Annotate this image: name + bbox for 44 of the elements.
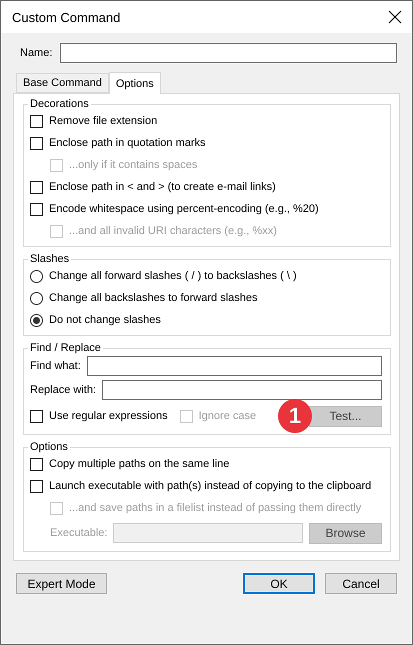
- checkbox-label: Use regular expressions: [49, 410, 168, 422]
- checkbox-label: ...and save paths in a filelist instead of passing them directly: [69, 502, 362, 514]
- checkbox[interactable]: [30, 458, 43, 470]
- group-title: Options: [29, 441, 69, 453]
- field-label: Executable:: [50, 527, 108, 539]
- checkbox-label: Enclose path in < and > (to create e-mail links): [49, 181, 276, 193]
- radio-label: Do not change slashes: [49, 314, 161, 326]
- field-label: Replace with:: [30, 384, 96, 396]
- executable-field[interactable]: [113, 523, 303, 543]
- checkbox[interactable]: [30, 410, 43, 422]
- radio-button[interactable]: [30, 270, 43, 282]
- name-label: Name:: [20, 47, 52, 59]
- checkbox-label: Copy multiple paths on the same line: [49, 458, 230, 470]
- checkbox-label: Launch executable with path(s) instead of copying to the clipboard: [49, 480, 372, 492]
- input-field[interactable]: [86, 356, 382, 376]
- checkbox[interactable]: [30, 180, 43, 194]
- group-title: Slashes: [29, 253, 70, 265]
- checkbox-label: Enclose path in quotation marks: [49, 137, 206, 149]
- input-field[interactable]: [102, 380, 382, 400]
- checkbox-label: Ignore case: [198, 410, 256, 422]
- checkbox-label: ...only if it contains spaces: [69, 159, 198, 171]
- dialog-button[interactable]: Expert Mode: [16, 573, 107, 594]
- close-icon[interactable]: [388, 10, 402, 24]
- checkbox[interactable]: [30, 136, 43, 150]
- radio-button[interactable]: [30, 292, 43, 304]
- name-field[interactable]: [60, 43, 397, 63]
- group-title: Find / Replace: [29, 342, 102, 354]
- radio-label: Change all forward slashes ( / ) to backslashes ( \ ): [49, 270, 297, 282]
- dialog-button[interactable]: Cancel: [325, 573, 397, 594]
- dialog-button[interactable]: OK: [243, 573, 315, 594]
- group-title: Decorations: [29, 98, 90, 110]
- radio-label: Change all backslashes to forward slashes: [49, 292, 258, 304]
- checkbox[interactable]: [30, 480, 43, 492]
- checkbox-label: ...and all invalid URI characters (e.g., %xx): [69, 225, 277, 237]
- checkbox[interactable]: [30, 114, 43, 128]
- checkbox-label: Remove file extension: [49, 115, 158, 127]
- tab[interactable]: Base Command: [16, 73, 109, 93]
- field-label: Find what:: [30, 360, 81, 372]
- window-title: Custom Command: [12, 10, 120, 24]
- callout-badge: 1: [278, 399, 312, 433]
- tab[interactable]: Options: [108, 72, 161, 94]
- radio-button[interactable]: [30, 314, 43, 326]
- checkbox-label: Encode whitespace using percent-encoding (e.g., %20): [49, 203, 319, 215]
- checkbox[interactable]: [30, 202, 43, 216]
